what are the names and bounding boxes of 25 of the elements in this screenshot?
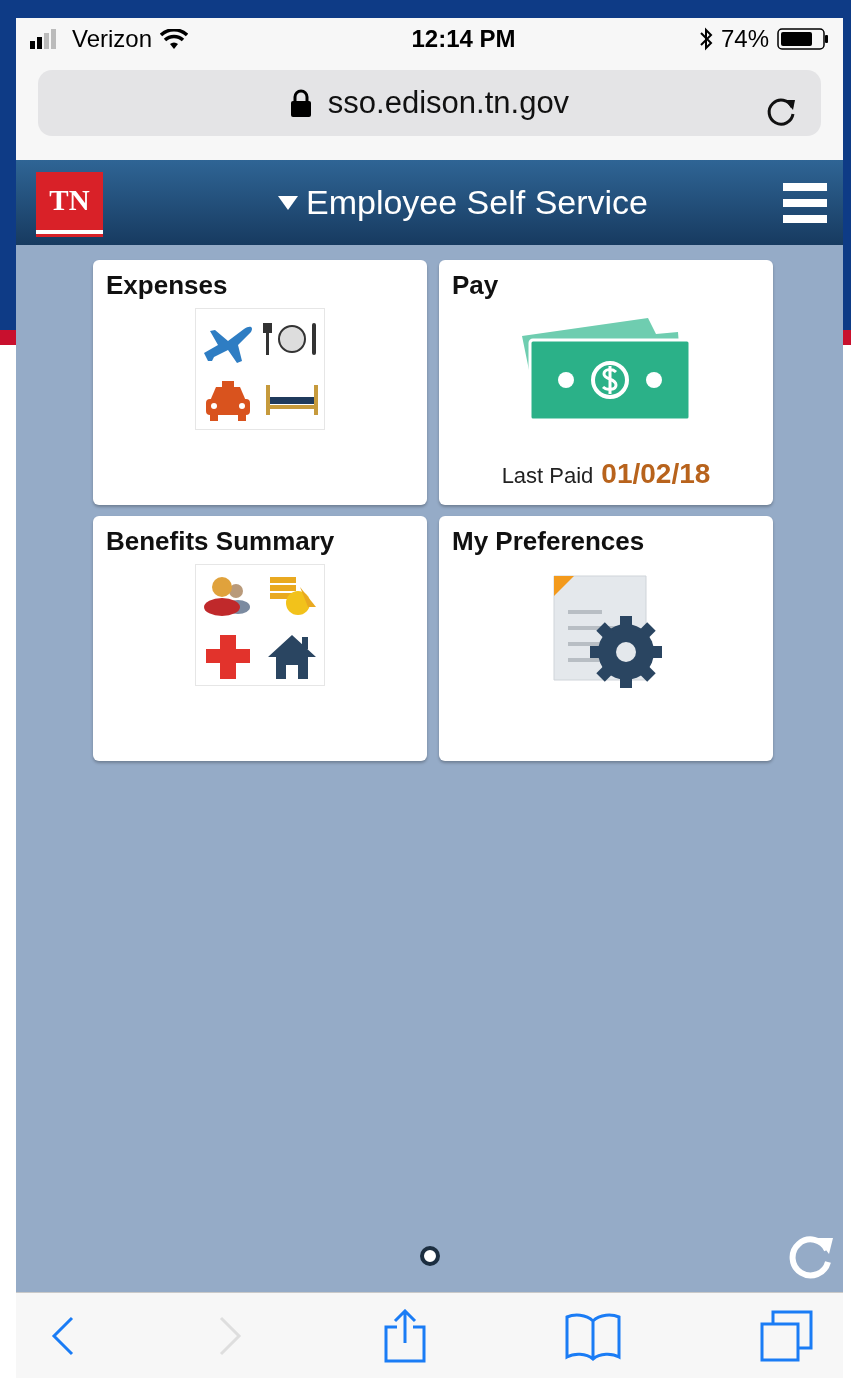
tile-title: My Preferences [452, 526, 646, 556]
caret-icon [277, 195, 298, 210]
tile-card[interactable]: Expenses [93, 260, 427, 505]
page-dot[interactable] [419, 1246, 440, 1266]
tile-card[interactable]: Benefits Summary [93, 516, 427, 761]
tile-card[interactable]: My Preferences [439, 516, 773, 761]
address-field[interactable]: sso.edison.tn.gov [38, 70, 821, 136]
carrier-name: Verizon [72, 24, 153, 54]
battery-percent: 74% [720, 24, 769, 54]
logo[interactable]: TN [36, 171, 103, 234]
tile-title: Pay [452, 270, 500, 300]
share-button[interactable] [382, 1308, 427, 1363]
menu-button[interactable] [783, 182, 827, 223]
tile-card[interactable]: Pay Last Paid 01/02/18 [439, 260, 773, 505]
last-paid-date: 01/02/18 [601, 457, 711, 491]
wifi-icon [160, 29, 189, 49]
tile-title: Expenses [106, 270, 229, 300]
battery-icon [777, 28, 829, 50]
bluetooth-icon [698, 27, 713, 51]
tile-title: Benefits Summary [106, 526, 336, 556]
lock-icon [289, 89, 312, 117]
last-paid-label: Last Paid [501, 462, 594, 490]
clock-time: 12:14 PM [411, 24, 516, 54]
tabs-button[interactable] [759, 1309, 813, 1362]
title-dropdown[interactable]: Employee Self Service [237, 177, 648, 228]
